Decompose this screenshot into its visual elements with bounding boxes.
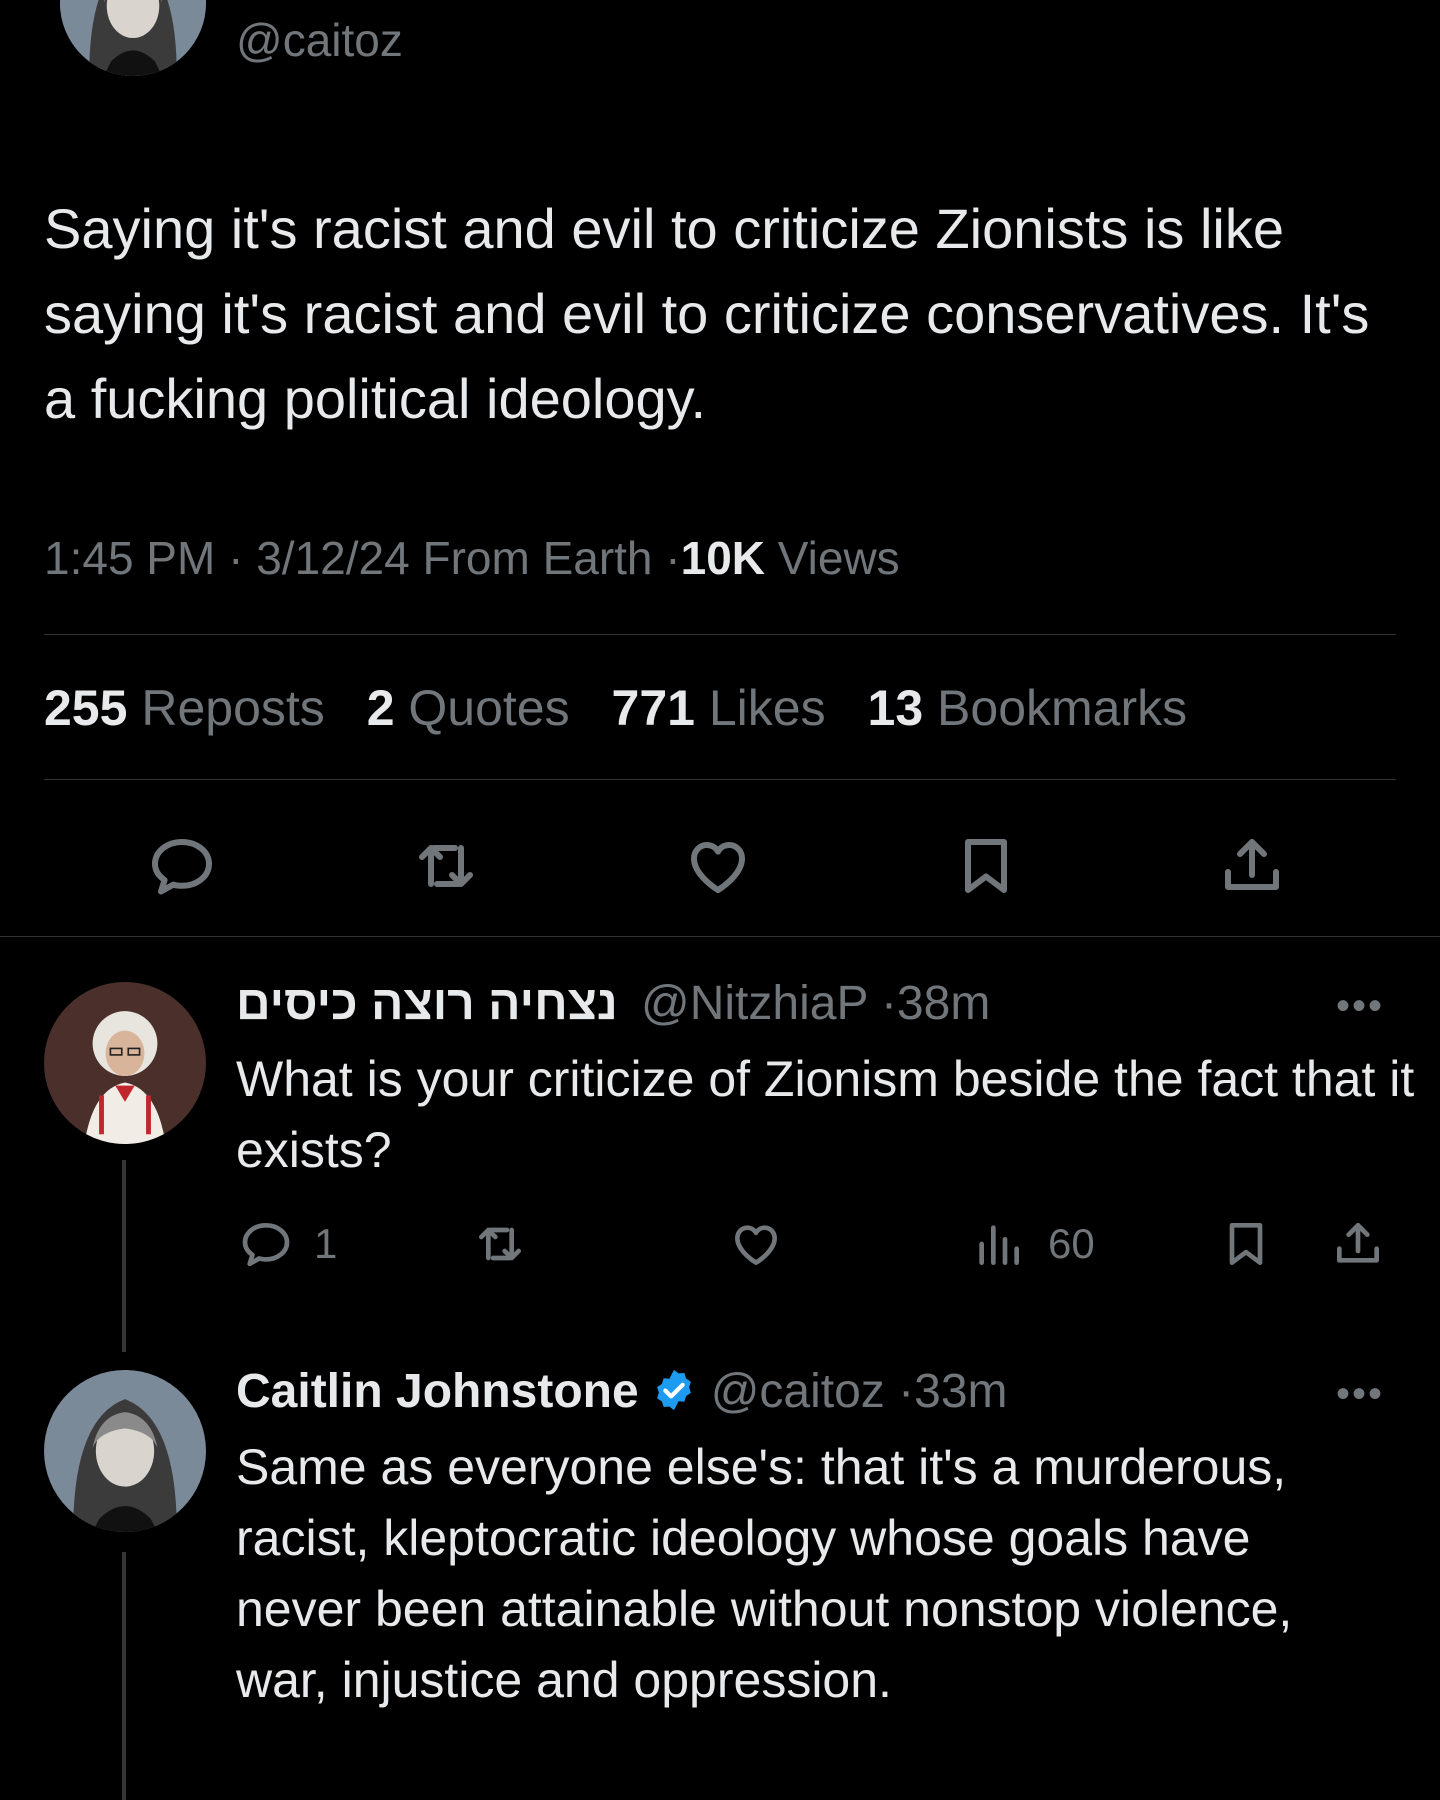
divider — [44, 634, 1396, 635]
like-button[interactable] — [728, 1216, 784, 1272]
tweet-meta: 1:45 PM · 3/12/24 From Earth ·10K Views — [44, 528, 900, 588]
tweet-source: From Earth — [422, 532, 653, 584]
share-icon — [1337, 1223, 1379, 1263]
thread-line — [122, 1160, 126, 1352]
quotes-stat[interactable]: 2 Quotes — [367, 680, 570, 736]
reply-avatar[interactable] — [44, 982, 206, 1144]
reply-avatar[interactable] — [44, 1370, 206, 1532]
reply-count: 1 — [314, 1220, 338, 1267]
like-button[interactable] — [682, 830, 754, 902]
analytics-icon — [979, 1225, 1019, 1265]
share-button[interactable] — [1330, 1216, 1386, 1272]
reply-time[interactable]: 38m — [897, 977, 990, 1030]
bookmark-button[interactable] — [950, 830, 1022, 902]
like-icon — [691, 842, 745, 893]
views-count: 60 — [1048, 1220, 1095, 1267]
reply-button[interactable] — [238, 1216, 294, 1272]
bookmarks-count: 13 — [867, 680, 924, 736]
reply-handle[interactable]: @caitoz — [711, 1365, 885, 1418]
bookmark-icon — [1229, 1223, 1263, 1265]
avatar-image — [44, 982, 206, 1144]
reply-icon — [242, 1223, 290, 1267]
views-label: Views — [777, 532, 900, 584]
reposts-stat[interactable]: 255 Reposts — [44, 680, 325, 736]
bookmarks-label: Bookmarks — [937, 680, 1188, 736]
reply-header: נצחיה רוצה כיסים @NitzhiaP ·38m — [236, 976, 990, 1032]
avatar-image — [44, 1370, 206, 1532]
reply-handle[interactable]: @NitzhiaP — [641, 977, 868, 1030]
share-button[interactable] — [1216, 830, 1288, 902]
likes-count: 771 — [611, 680, 695, 736]
verified-badge-icon — [656, 1369, 691, 1411]
repost-button[interactable] — [410, 830, 482, 902]
divider — [0, 936, 1440, 937]
repost-icon — [419, 845, 473, 887]
views-count: 10K — [680, 532, 766, 584]
reply-time[interactable]: 33m — [914, 1365, 1007, 1418]
header-separator: · — [898, 1365, 915, 1418]
more-options-button[interactable]: ••• — [1336, 986, 1384, 1026]
more-options-button[interactable]: ••• — [1336, 1374, 1384, 1414]
reply-text: What is your criticize of Zionism beside… — [236, 1051, 1415, 1178]
author-avatar[interactable] — [60, 0, 206, 76]
share-icon — [1225, 839, 1279, 890]
bookmark-button[interactable] — [1218, 1216, 1274, 1272]
reply-display-name[interactable]: נצחיה רוצה כיסים — [236, 977, 618, 1030]
bookmarks-stat[interactable]: 13 Bookmarks — [868, 680, 1188, 736]
header-separator: · — [880, 977, 897, 1030]
repost-button[interactable] — [472, 1216, 528, 1272]
reply-text: Same as everyone else's: that it's a mur… — [236, 1439, 1293, 1708]
meta-separator: · — [665, 532, 681, 584]
reposts-count: 255 — [44, 680, 128, 736]
quotes-label: Quotes — [408, 680, 570, 736]
likes-stat[interactable]: 771 Likes — [612, 680, 826, 736]
bookmark-icon — [965, 839, 1007, 893]
reposts-label: Reposts — [141, 680, 325, 736]
tweet-time[interactable]: 1:45 PM — [44, 532, 215, 584]
reply-icon — [152, 839, 212, 895]
divider — [44, 779, 1396, 780]
quotes-count: 2 — [366, 680, 395, 736]
thread-line — [122, 1552, 126, 1800]
avatar-image — [60, 0, 206, 76]
meta-separator: · — [228, 532, 244, 584]
like-icon — [735, 1225, 777, 1265]
tweet-stats: 255 Reposts 2 Quotes 771 Likes 13 Bookma… — [44, 678, 1215, 738]
author-handle[interactable]: @caitoz — [236, 14, 403, 66]
reply-header: Caitlin Johnstone @caitoz ·33m — [236, 1364, 1008, 1420]
tweet-date[interactable]: 3/12/24 — [256, 532, 409, 584]
reply-button[interactable] — [146, 830, 218, 902]
repost-icon — [479, 1227, 521, 1261]
views-button[interactable] — [970, 1216, 1026, 1272]
tweet-text: Saying it's racist and evil to criticize… — [44, 197, 1370, 430]
likes-label: Likes — [708, 680, 826, 736]
reply-display-name[interactable]: Caitlin Johnstone — [236, 1365, 639, 1418]
